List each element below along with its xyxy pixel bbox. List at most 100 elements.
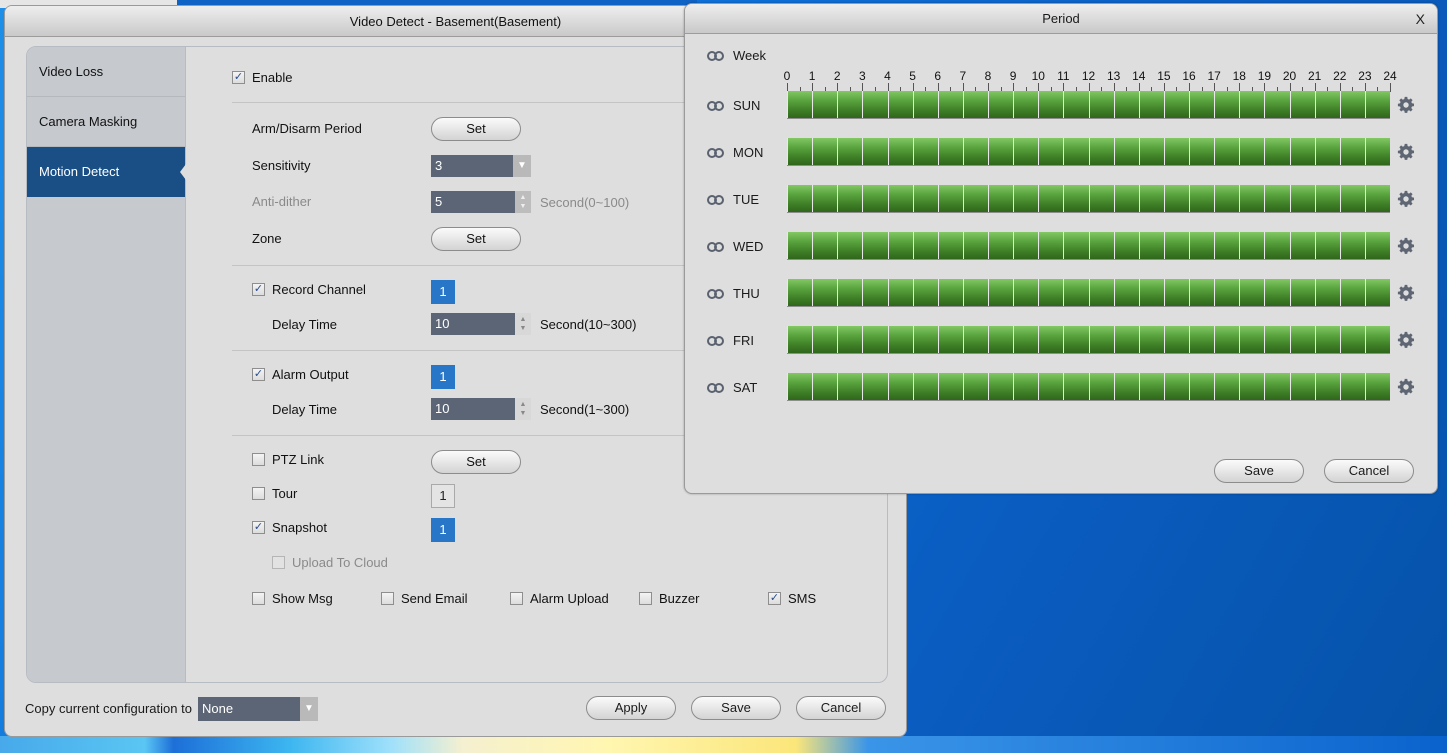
schedule-segment[interactable] xyxy=(1013,185,1039,212)
tour-checkbox[interactable] xyxy=(252,486,265,500)
spin-down-icon[interactable]: ▼ xyxy=(520,202,527,211)
cancel-button[interactable]: Cancel xyxy=(796,696,886,720)
sidebar-item-motion-detect[interactable]: Motion Detect xyxy=(27,147,186,197)
gear-icon[interactable] xyxy=(1397,237,1415,255)
schedule-segment[interactable] xyxy=(1364,232,1390,259)
day-row-mon[interactable]: MON xyxy=(707,145,763,160)
schedule-segment[interactable] xyxy=(937,279,963,306)
schedule-segment[interactable] xyxy=(1214,138,1240,165)
day-row-tue[interactable]: TUE xyxy=(707,192,759,207)
schedule-segment[interactable] xyxy=(1113,185,1139,212)
gear-icon[interactable] xyxy=(1397,284,1415,302)
spin-up-icon[interactable]: ▲ xyxy=(520,193,527,202)
sms-checkbox[interactable]: ✓ xyxy=(768,591,781,605)
schedule-segment[interactable] xyxy=(1038,279,1064,306)
schedule-segment[interactable] xyxy=(887,185,913,212)
schedule-segment[interactable] xyxy=(1038,138,1064,165)
schedule-segment[interactable] xyxy=(1364,279,1390,306)
schedule-segment[interactable] xyxy=(1038,185,1064,212)
schedule-segment[interactable] xyxy=(1189,138,1215,165)
schedule-segment[interactable] xyxy=(1113,373,1139,400)
schedule-segment[interactable] xyxy=(887,373,913,400)
schedule-segment[interactable] xyxy=(962,91,988,118)
schedule-segment[interactable] xyxy=(1339,232,1365,259)
schedule-bar-wed[interactable] xyxy=(787,232,1390,260)
spinner-buttons[interactable]: ▲ ▼ xyxy=(515,191,531,213)
schedule-segment[interactable] xyxy=(962,232,988,259)
schedule-bar-thu[interactable] xyxy=(787,279,1390,307)
schedule-bar-sun[interactable] xyxy=(787,91,1390,119)
schedule-segment[interactable] xyxy=(1138,279,1164,306)
schedule-segment[interactable] xyxy=(1264,373,1290,400)
schedule-segment[interactable] xyxy=(1314,373,1340,400)
schedule-segment[interactable] xyxy=(1163,138,1189,165)
snapshot-checkbox[interactable]: ✓ xyxy=(252,520,265,534)
gear-icon[interactable] xyxy=(1397,378,1415,396)
schedule-segment[interactable] xyxy=(988,232,1014,259)
schedule-segment[interactable] xyxy=(937,91,963,118)
alarm-delay-spinbox[interactable]: 10 ▲ ▼ xyxy=(431,398,531,420)
schedule-segment[interactable] xyxy=(988,185,1014,212)
schedule-segment[interactable] xyxy=(937,326,963,353)
schedule-segment[interactable] xyxy=(837,232,863,259)
schedule-segment[interactable] xyxy=(962,373,988,400)
schedule-segment[interactable] xyxy=(1163,326,1189,353)
snapshot-channel-1[interactable]: 1 xyxy=(431,518,455,542)
week-row[interactable]: Week xyxy=(707,48,766,63)
spin-down-icon[interactable]: ▼ xyxy=(520,409,527,418)
schedule-segment[interactable] xyxy=(1264,138,1290,165)
schedule-segment[interactable] xyxy=(1163,91,1189,118)
schedule-segment[interactable] xyxy=(837,185,863,212)
sidebar-item-camera-masking[interactable]: Camera Masking xyxy=(27,97,185,147)
schedule-segment[interactable] xyxy=(1063,185,1089,212)
schedule-segment[interactable] xyxy=(962,279,988,306)
schedule-segment[interactable] xyxy=(1339,326,1365,353)
day-row-wed[interactable]: WED xyxy=(707,239,763,254)
schedule-segment[interactable] xyxy=(1264,185,1290,212)
alarm-output-1[interactable]: 1 xyxy=(431,365,455,389)
schedule-segment[interactable] xyxy=(1063,373,1089,400)
schedule-segment[interactable] xyxy=(1013,91,1039,118)
schedule-segment[interactable] xyxy=(1113,279,1139,306)
schedule-segment[interactable] xyxy=(1138,138,1164,165)
arm-disarm-set-button[interactable]: Set xyxy=(431,117,521,141)
schedule-segment[interactable] xyxy=(1163,279,1189,306)
schedule-segment[interactable] xyxy=(1364,185,1390,212)
schedule-segment[interactable] xyxy=(1214,91,1240,118)
schedule-segment[interactable] xyxy=(1289,326,1315,353)
schedule-segment[interactable] xyxy=(1289,185,1315,212)
schedule-segment[interactable] xyxy=(1289,232,1315,259)
record-channel-checkbox[interactable]: ✓ xyxy=(252,282,265,296)
record-channel-1[interactable]: 1 xyxy=(431,280,455,304)
schedule-segment[interactable] xyxy=(837,138,863,165)
schedule-segment[interactable] xyxy=(837,326,863,353)
apply-button[interactable]: Apply xyxy=(586,696,676,720)
schedule-segment[interactable] xyxy=(1038,326,1064,353)
schedule-segment[interactable] xyxy=(887,91,913,118)
schedule-segment[interactable] xyxy=(912,279,938,306)
save-button[interactable]: Save xyxy=(691,696,781,720)
schedule-segment[interactable] xyxy=(1239,138,1265,165)
schedule-segment[interactable] xyxy=(1138,326,1164,353)
schedule-segment[interactable] xyxy=(862,91,888,118)
schedule-segment[interactable] xyxy=(1289,91,1315,118)
gear-icon[interactable] xyxy=(1397,143,1415,161)
schedule-segment[interactable] xyxy=(1113,232,1139,259)
schedule-segment[interactable] xyxy=(1113,91,1139,118)
schedule-segment[interactable] xyxy=(1239,232,1265,259)
schedule-segment[interactable] xyxy=(1063,138,1089,165)
schedule-segment[interactable] xyxy=(937,373,963,400)
schedule-segment[interactable] xyxy=(988,138,1014,165)
schedule-segment[interactable] xyxy=(1339,185,1365,212)
schedule-segment[interactable] xyxy=(912,373,938,400)
schedule-segment[interactable] xyxy=(1264,91,1290,118)
schedule-segment[interactable] xyxy=(1189,185,1215,212)
schedule-segment[interactable] xyxy=(862,232,888,259)
sidebar-item-video-loss[interactable]: Video Loss xyxy=(27,47,185,97)
schedule-segment[interactable] xyxy=(962,138,988,165)
schedule-segment[interactable] xyxy=(887,138,913,165)
schedule-segment[interactable] xyxy=(1063,326,1089,353)
schedule-segment[interactable] xyxy=(1289,373,1315,400)
schedule-segment[interactable] xyxy=(1163,232,1189,259)
schedule-segment[interactable] xyxy=(887,326,913,353)
